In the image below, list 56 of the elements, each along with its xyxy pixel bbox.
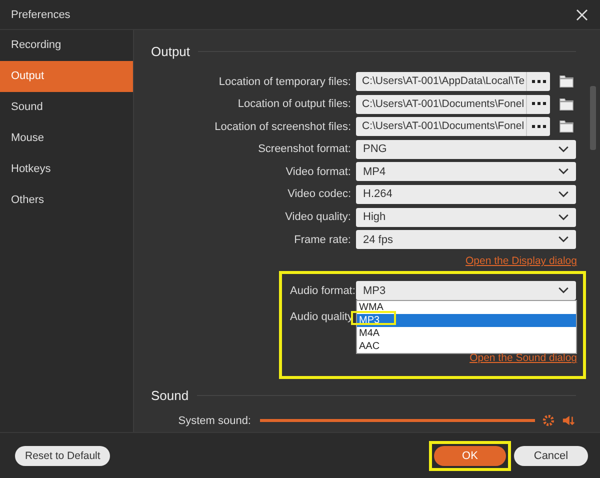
sidebar-item[interactable]: Sound (0, 92, 133, 123)
sidebar-item[interactable]: Others (0, 185, 133, 216)
chevron-down-icon (558, 214, 569, 221)
ellipsis-icon (532, 80, 546, 84)
dropdown-option[interactable]: AAC (357, 340, 576, 354)
field-label: Screenshot format: (257, 143, 351, 156)
dropdown[interactable]: H.264 (356, 184, 576, 204)
field-label: Video format: (284, 166, 351, 178)
field-label: Audio quality (290, 310, 354, 323)
field-label: Location of screenshot files: (214, 120, 351, 133)
dropdown[interactable]: High (356, 208, 576, 227)
path-field[interactable]: C:\Users\AT-001\AppData\Local\Te (356, 72, 526, 91)
section-heading: Sound (151, 388, 189, 404)
ellipsis-icon (532, 102, 546, 106)
path-field[interactable]: C:\Users\AT-001\Documents\Fonel (356, 117, 526, 136)
dropdown-option[interactable]: WMA (357, 301, 576, 314)
dropdown[interactable]: PNG (356, 140, 576, 159)
browse-button[interactable] (526, 72, 550, 91)
browse-button[interactable] (526, 117, 550, 136)
gear-icon[interactable] (542, 414, 555, 428)
browse-button[interactable] (526, 94, 550, 114)
dropdown-option[interactable]: M4A (357, 327, 576, 340)
speaker-icon[interactable] (562, 414, 575, 428)
folder-icon[interactable] (559, 98, 574, 111)
chevron-down-icon (558, 168, 569, 176)
dropdown[interactable]: 24 fps (356, 230, 576, 250)
sidebar-item[interactable]: Recording (0, 30, 133, 61)
ellipsis-icon (532, 124, 546, 129)
chevron-down-icon (558, 287, 569, 294)
field-label: System sound: (177, 414, 251, 427)
dropdown[interactable]: MP4 (356, 162, 576, 182)
chevron-down-icon (558, 146, 569, 153)
field-label: Video quality: (284, 211, 351, 224)
cancel-button[interactable]: Cancel (514, 446, 588, 466)
field-label: Location of output files: (236, 98, 351, 110)
dropdown-option[interactable]: MP3 (357, 314, 576, 328)
chevron-down-icon (558, 236, 569, 244)
sound-dialog-link[interactable]: Open the Sound dialog (470, 352, 577, 364)
scrollbar[interactable] (590, 86, 596, 150)
field-label: Frame rate: (293, 234, 351, 246)
section-heading: Output (151, 44, 190, 59)
reset-button[interactable]: Reset to Default (15, 446, 110, 466)
folder-icon[interactable] (559, 120, 574, 134)
close-icon[interactable] (576, 8, 588, 20)
field-label: Location of temporary files: (218, 76, 351, 88)
field-label: Audio format: (290, 284, 356, 297)
path-field[interactable]: C:\Users\AT-001\Documents\Fonel (356, 94, 526, 114)
dropdown[interactable]: MP3 (356, 281, 576, 300)
sidebar-item[interactable]: Hotkeys (0, 154, 133, 185)
sidebar-item[interactable]: Mouse (0, 123, 133, 154)
chevron-down-icon (558, 190, 569, 198)
display-dialog-link[interactable]: Open the Display dialog (466, 255, 577, 268)
field-label: Video codec: (286, 188, 351, 200)
window-title: Preferences (11, 8, 70, 20)
volume-slider[interactable] (260, 419, 535, 422)
folder-icon[interactable] (559, 75, 574, 88)
